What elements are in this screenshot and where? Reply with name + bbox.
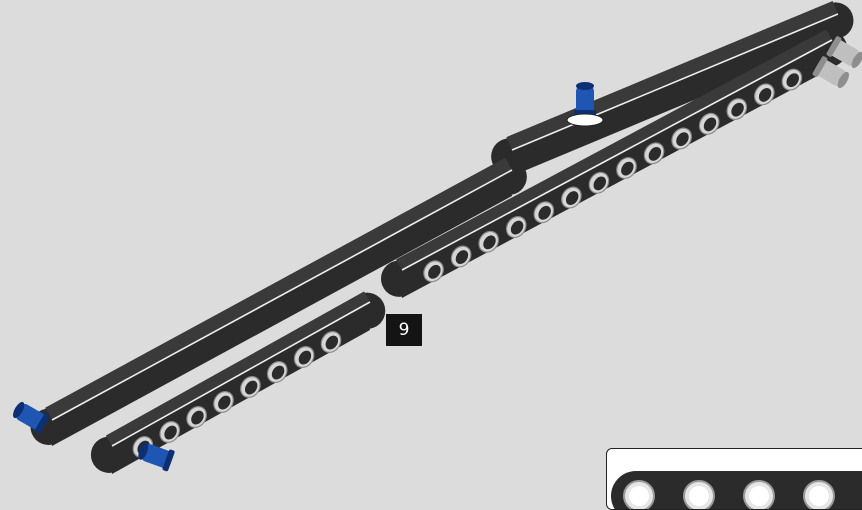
middle-beam bbox=[380, 29, 848, 299]
beam-top-face bbox=[396, 29, 832, 271]
part-callout-box bbox=[606, 448, 862, 510]
step-number-badge: 9 bbox=[386, 314, 422, 346]
beam-layer bbox=[30, 1, 854, 474]
step-number: 9 bbox=[398, 320, 410, 340]
pin-hole-ring bbox=[566, 113, 604, 127]
assembly-illustration bbox=[13, 1, 862, 474]
pin-tip bbox=[576, 82, 594, 90]
beam-edge bbox=[51, 169, 513, 421]
beam-edge bbox=[401, 39, 833, 271]
blue-pin-top bbox=[574, 82, 596, 116]
beam-end bbox=[90, 436, 128, 473]
beam-end bbox=[380, 260, 418, 297]
lower-long-beam bbox=[30, 157, 527, 446]
callout-beam-preview bbox=[611, 471, 862, 509]
